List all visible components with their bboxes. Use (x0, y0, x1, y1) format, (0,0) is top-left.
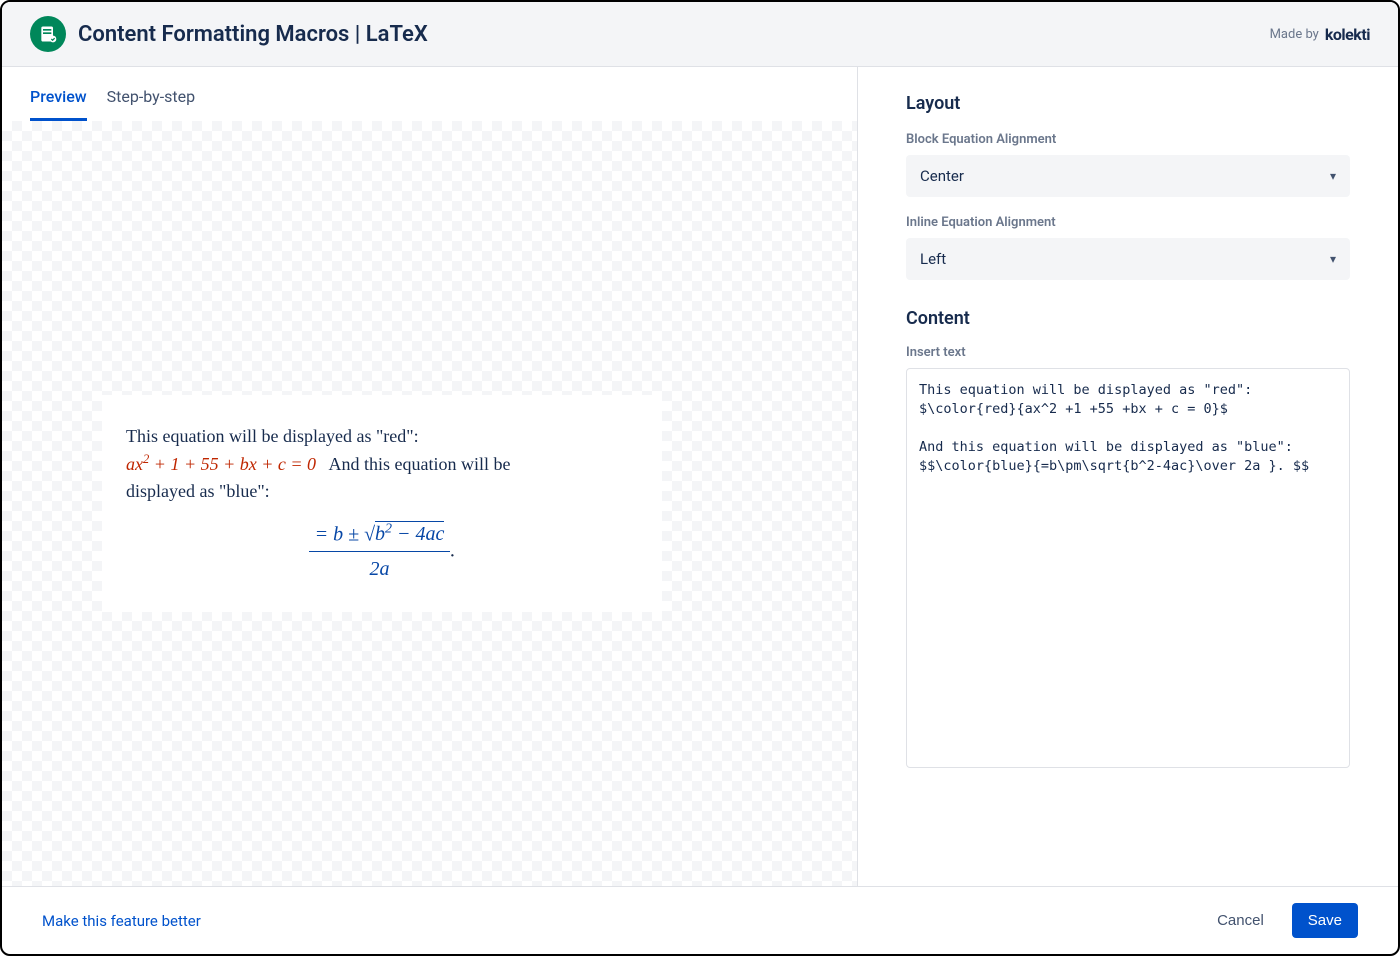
chevron-down-icon: ▾ (1330, 169, 1336, 183)
block-alignment-select[interactable]: Center ▾ (906, 155, 1350, 197)
made-by: Made by kolekti (1270, 25, 1370, 44)
save-button[interactable]: Save (1292, 903, 1358, 938)
tab-preview[interactable]: Preview (30, 79, 87, 121)
content-section-title: Content (906, 308, 1350, 329)
layout-section-title: Layout (906, 93, 1350, 114)
preview-text-2: displayed as "blue": (126, 481, 270, 501)
block-alignment-label: Block Equation Alignment (906, 132, 1350, 147)
block-alignment-value: Center (920, 167, 964, 185)
page-title: Content Formatting Macros | LaTeX (78, 22, 428, 47)
header-left: Content Formatting Macros | LaTeX (30, 16, 428, 52)
tabs: Preview Step-by-step (2, 67, 857, 121)
inline-alignment-select[interactable]: Left ▾ (906, 238, 1350, 280)
preview-text-1: This equation will be displayed as "red"… (126, 426, 419, 446)
equation-blue: = b ± √b2 − 4ac 2a . (126, 519, 638, 585)
content-textarea[interactable] (906, 368, 1350, 768)
eq-suffix: . (450, 539, 455, 561)
eq-numerator-prefix: = b ± (315, 523, 364, 545)
footer: Make this feature better Cancel Save (2, 886, 1398, 954)
equation-red: ax2 + 1 + 55 + bx + c = 0 (126, 454, 316, 474)
chevron-down-icon: ▾ (1330, 252, 1336, 266)
inline-alignment-value: Left (920, 250, 946, 268)
preview-text-1-after: And this equation will be (329, 454, 511, 474)
tab-step-by-step[interactable]: Step-by-step (107, 79, 195, 121)
app-icon (30, 16, 66, 52)
made-by-prefix: Made by (1270, 27, 1319, 42)
brand-name: kolekti (1325, 25, 1370, 44)
preview-card: This equation will be displayed as "red"… (102, 395, 662, 613)
cancel-button[interactable]: Cancel (1201, 903, 1280, 938)
preview-area: This equation will be displayed as "red"… (2, 121, 857, 886)
eq-denominator: 2a (370, 552, 390, 584)
feedback-link[interactable]: Make this feature better (42, 912, 201, 930)
inline-alignment-label: Inline Equation Alignment (906, 215, 1350, 230)
header-bar: Content Formatting Macros | LaTeX Made b… (2, 2, 1398, 67)
insert-text-label: Insert text (906, 345, 1350, 360)
